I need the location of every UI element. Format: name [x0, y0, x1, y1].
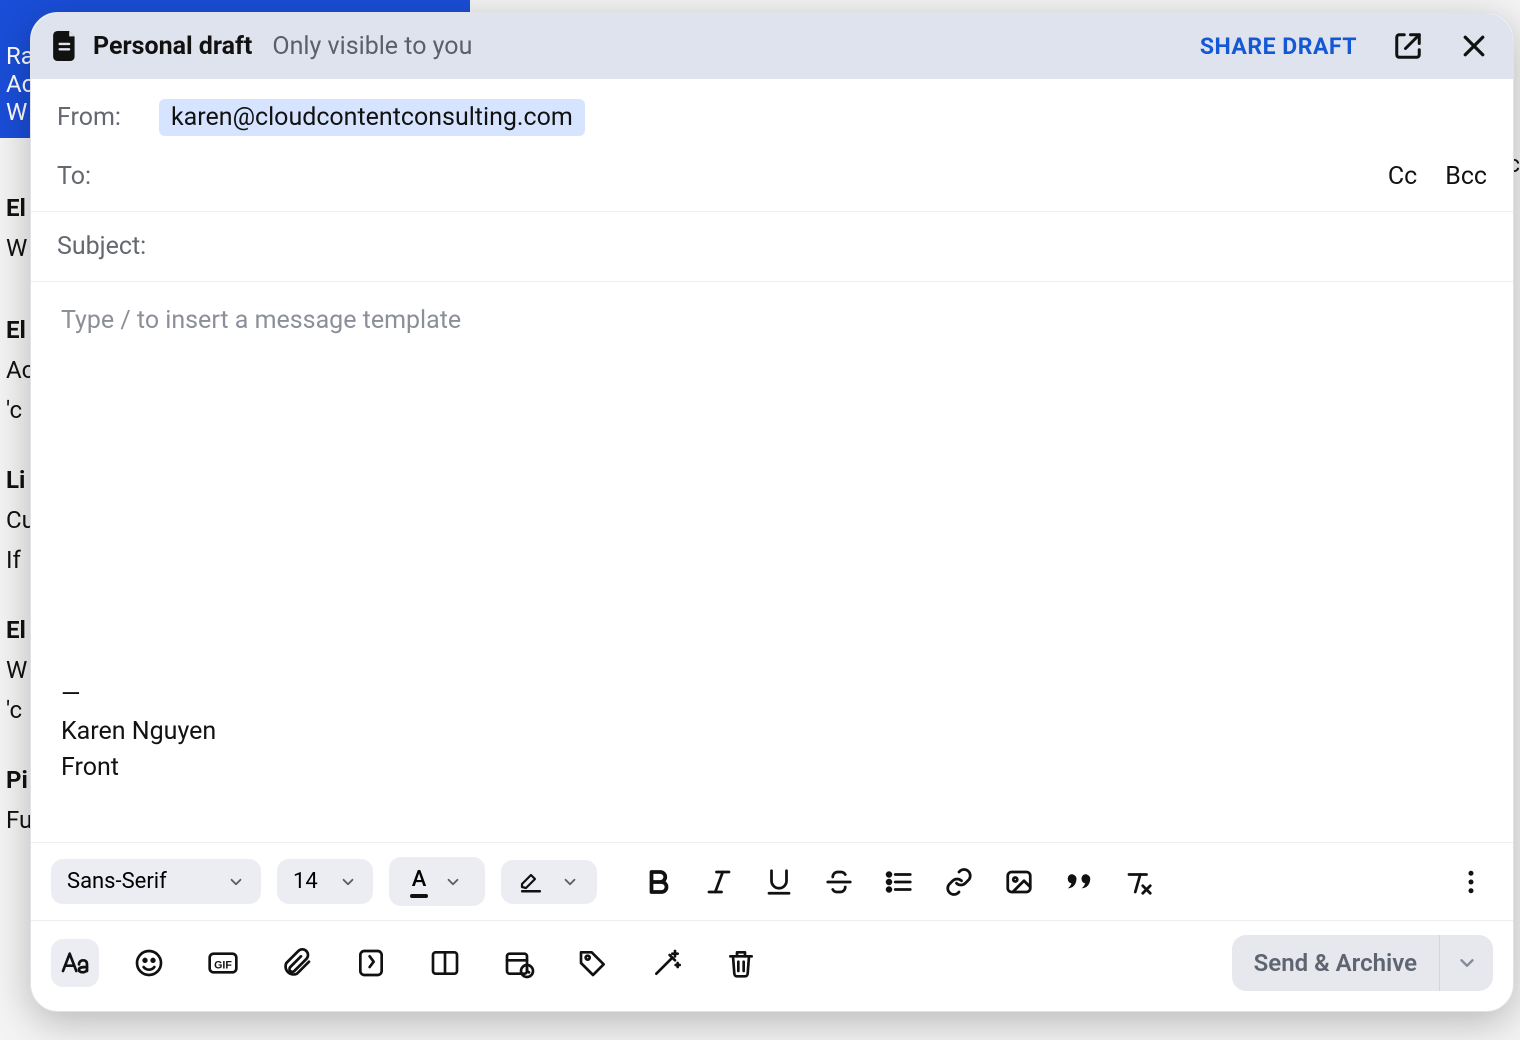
quote-button[interactable]: [1057, 860, 1101, 904]
clear-format-button[interactable]: [1117, 860, 1161, 904]
document-icon: [53, 31, 79, 61]
chevron-down-icon: [444, 873, 462, 891]
attachment-button[interactable]: [273, 939, 321, 987]
to-label: To:: [57, 162, 97, 191]
send-button-group: Send & Archive: [1232, 935, 1493, 991]
chevron-down-icon: [339, 873, 357, 891]
close-icon[interactable]: [1459, 31, 1489, 61]
format-toolbar: Sans-Serif 14 A: [31, 842, 1513, 920]
signature-dash: —: [61, 677, 1483, 713]
strikethrough-button[interactable]: [817, 860, 861, 904]
signature-company: Front: [61, 750, 1483, 786]
text-format-toggle[interactable]: [51, 939, 99, 987]
chevron-down-icon: [227, 873, 245, 891]
bullet-list-button[interactable]: [877, 860, 921, 904]
bcc-button[interactable]: Bcc: [1445, 162, 1487, 191]
send-archive-button[interactable]: Send & Archive: [1232, 935, 1439, 991]
header-title: Personal draft: [93, 32, 252, 61]
font-size-value: 14: [293, 869, 318, 894]
text-color-select[interactable]: A: [389, 857, 485, 906]
subject-row[interactable]: Subject:: [31, 212, 1513, 282]
compose-modal: Personal draft Only visible to you SHARE…: [30, 12, 1514, 1012]
emoji-button[interactable]: [125, 939, 173, 987]
template-button[interactable]: [421, 939, 469, 987]
gif-button[interactable]: GIF: [199, 939, 247, 987]
subject-label: Subject:: [57, 232, 146, 261]
font-size-select[interactable]: 14: [277, 859, 373, 904]
chevron-down-icon: [1456, 952, 1478, 974]
ai-magic-button[interactable]: [643, 939, 691, 987]
image-button[interactable]: [997, 860, 1041, 904]
compose-fields: From: karen@cloudcontentconsulting.com T…: [31, 79, 1513, 282]
body-placeholder: Type / to insert a message template: [61, 306, 1483, 335]
from-chip[interactable]: karen@cloudcontentconsulting.com: [159, 99, 585, 136]
action-toolbar: GIF Send & Archive: [31, 920, 1513, 1011]
send-options-button[interactable]: [1439, 935, 1493, 991]
header-subtitle: Only visible to you: [272, 32, 472, 61]
bold-button[interactable]: [637, 860, 681, 904]
underline-button[interactable]: [757, 860, 801, 904]
modal-header: Personal draft Only visible to you SHARE…: [31, 13, 1513, 79]
signature: — Karen Nguyen Front: [61, 677, 1483, 786]
highlight-color-select[interactable]: [501, 860, 597, 904]
tag-button[interactable]: [569, 939, 617, 987]
from-row: From: karen@cloudcontentconsulting.com: [31, 79, 1513, 142]
share-draft-button[interactable]: SHARE DRAFT: [1200, 33, 1357, 60]
quick-reply-button[interactable]: [347, 939, 395, 987]
to-row[interactable]: To: Cc Bcc: [31, 142, 1513, 212]
chevron-down-icon: [561, 873, 579, 891]
font-family-select[interactable]: Sans-Serif: [51, 859, 261, 904]
signature-name: Karen Nguyen: [61, 714, 1483, 750]
schedule-button[interactable]: [495, 939, 543, 987]
italic-button[interactable]: [697, 860, 741, 904]
compose-body[interactable]: Type / to insert a message template — Ka…: [31, 282, 1513, 842]
link-button[interactable]: [937, 860, 981, 904]
cc-button[interactable]: Cc: [1388, 162, 1417, 191]
more-format-button[interactable]: [1449, 860, 1493, 904]
svg-text:GIF: GIF: [214, 959, 232, 971]
popout-icon[interactable]: [1393, 31, 1423, 61]
from-label: From:: [57, 103, 141, 132]
text-color-icon: A: [412, 867, 427, 896]
delete-button[interactable]: [717, 939, 765, 987]
font-family-value: Sans-Serif: [67, 869, 167, 894]
highlighter-icon: [519, 870, 543, 894]
